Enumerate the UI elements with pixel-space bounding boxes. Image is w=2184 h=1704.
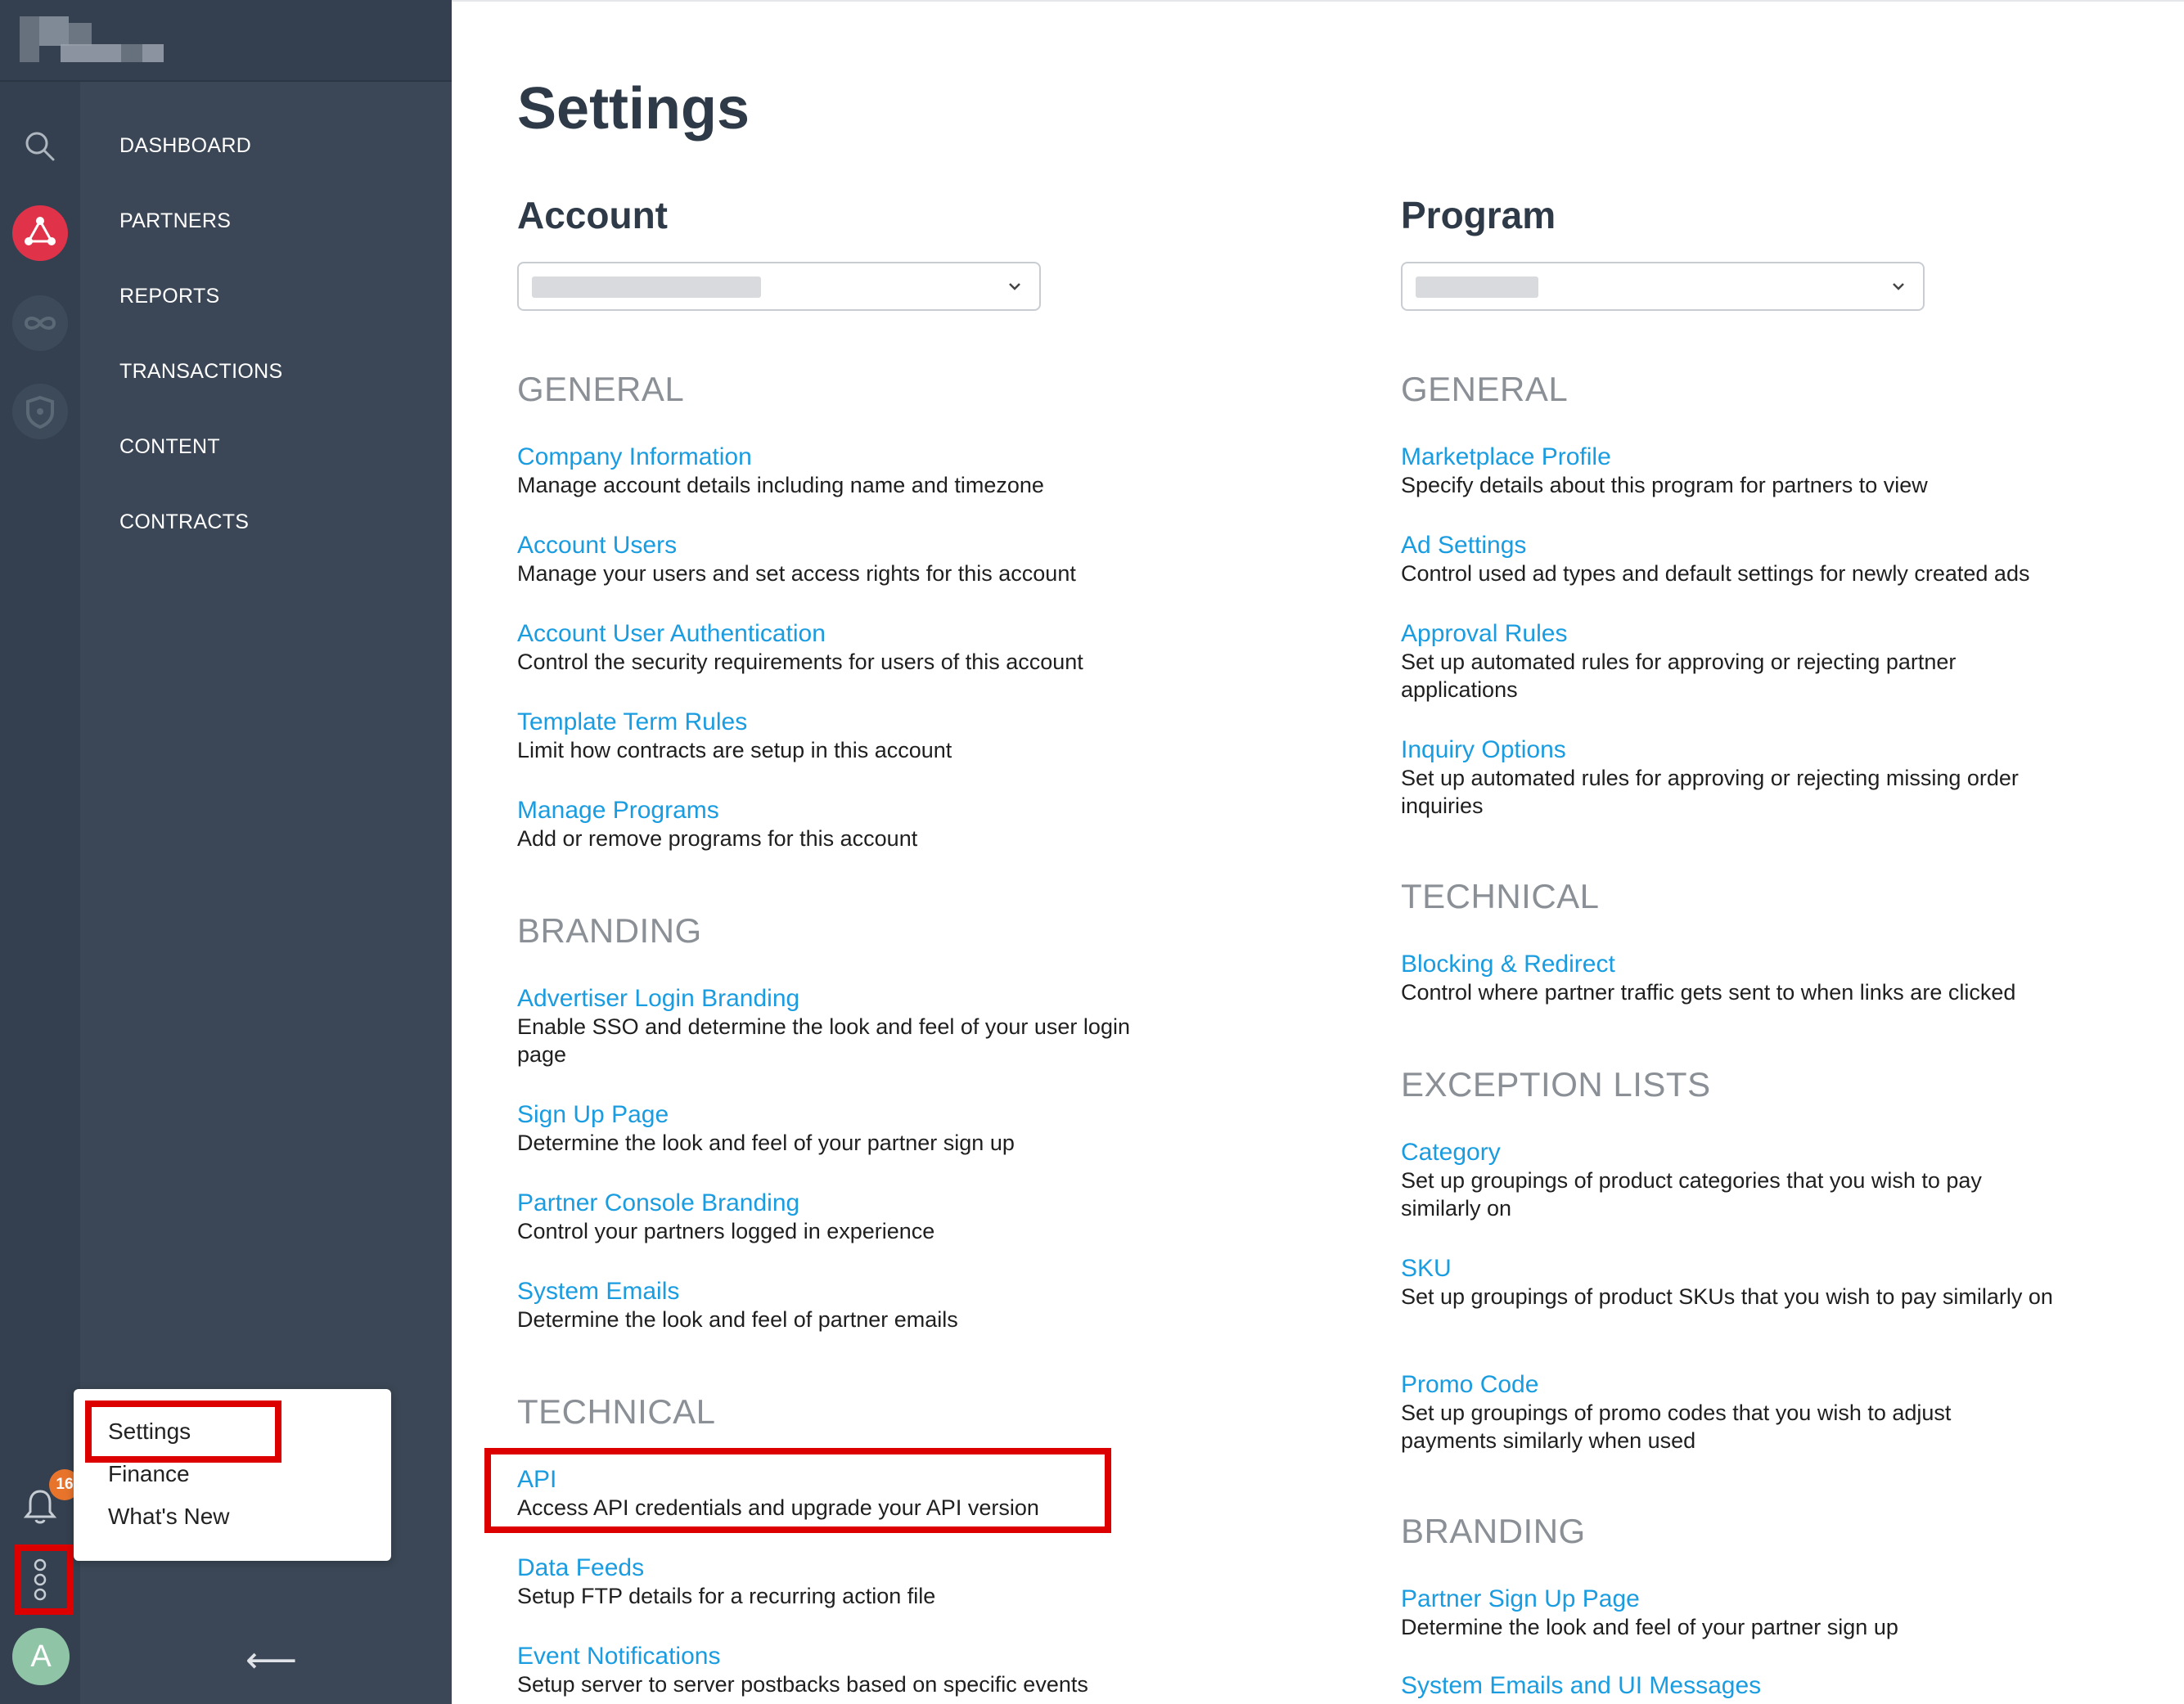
- program-item-marketplace-profile: Marketplace Profile Specify details about…: [1401, 443, 2064, 499]
- account-title: Account: [517, 194, 668, 236]
- more-options-icon[interactable]: [11, 1551, 69, 1608]
- account-item-company-information: Company Information Manage account detail…: [517, 443, 1180, 499]
- link[interactable]: System Emails and UI Messages: [1401, 1672, 2064, 1700]
- link[interactable]: Inquiry Options: [1401, 736, 2064, 764]
- description: Add or remove programs for this account: [517, 826, 918, 851]
- link[interactable]: Account User Authentication: [517, 620, 1180, 648]
- menu-item-settings[interactable]: Settings: [108, 1419, 191, 1445]
- program-general-heading: GENERAL: [1401, 370, 1569, 408]
- description: Manage your users and set access rights …: [517, 561, 1076, 586]
- account-item-account-users: Account Users Manage your users and set a…: [517, 532, 1180, 587]
- link[interactable]: Account Users: [517, 532, 1180, 560]
- account-general-heading: GENERAL: [517, 370, 685, 408]
- description: Determine the look and feel of partner e…: [517, 1307, 958, 1332]
- description: Determine the look and feel of your part…: [1401, 1615, 1898, 1639]
- description: Set up groupings of product SKUs that yo…: [1401, 1284, 2053, 1309]
- link[interactable]: Partner Sign Up Page: [1401, 1585, 2064, 1613]
- program-item-ad-settings: Ad Settings Control used ad types and def…: [1401, 532, 2080, 587]
- program-item-blocking-redirect: Blocking & Redirect Control where partner…: [1401, 951, 2080, 1006]
- avatar[interactable]: A: [12, 1628, 70, 1685]
- link[interactable]: Event Notifications: [517, 1643, 1180, 1670]
- link[interactable]: Template Term Rules: [517, 708, 1180, 736]
- description: Set up groupings of product categories t…: [1401, 1168, 1982, 1221]
- description: Control where partner traffic gets sent …: [1401, 980, 2016, 1005]
- program-item-inquiry-options: Inquiry Options Set up automated rules fo…: [1401, 736, 2064, 820]
- nav-item-dashboard[interactable]: DASHBOARD: [119, 134, 251, 158]
- account-item-manage-programs: Manage Programs Add or remove programs fo…: [517, 797, 1180, 852]
- program-item-promo-code: Promo Code Set up groupings of promo code…: [1401, 1371, 2031, 1454]
- link[interactable]: SKU: [1401, 1255, 2064, 1283]
- account-item-event-notifications: Event Notifications Setup server to serve…: [517, 1643, 1180, 1698]
- account-item-user-authentication: Account User Authentication Control the s…: [517, 620, 1180, 676]
- description: Set up automated rules for approving or …: [1401, 766, 2019, 818]
- description: Limit how contracts are setup in this ac…: [517, 738, 952, 762]
- description: Setup server to server postbacks based o…: [517, 1672, 1088, 1697]
- link[interactable]: Promo Code: [1401, 1371, 2031, 1399]
- infinity-icon[interactable]: [11, 294, 69, 352]
- link[interactable]: Blocking & Redirect: [1401, 951, 2080, 978]
- menu-item-whats-new[interactable]: What's New: [108, 1504, 230, 1530]
- account-item-sign-up-page: Sign Up Page Determine the look and feel …: [517, 1101, 1180, 1157]
- program-item-approval-rules: Approval Rules Set up automated rules for…: [1401, 620, 2039, 704]
- link[interactable]: Data Feeds: [517, 1554, 1180, 1582]
- menu-item-finance[interactable]: Finance: [108, 1461, 190, 1487]
- program-item-system-emails-ui-messages: System Emails and UI Messages: [1401, 1672, 2064, 1700]
- description: Access API credentials and upgrade your …: [517, 1495, 1039, 1520]
- link[interactable]: Sign Up Page: [517, 1101, 1180, 1129]
- nav-item-partners[interactable]: PARTNERS: [119, 209, 231, 233]
- link[interactable]: Marketplace Profile: [1401, 443, 2064, 471]
- program-exception-lists-heading: EXCEPTION LISTS: [1401, 1065, 1711, 1104]
- collapse-sidebar-arrow-icon[interactable]: ⟵: [245, 1643, 297, 1679]
- link[interactable]: Partner Console Branding: [517, 1189, 1180, 1217]
- program-item-sku: SKU Set up groupings of product SKUs that…: [1401, 1255, 2064, 1311]
- description: Control the security requirements for us…: [517, 650, 1083, 674]
- link[interactable]: Category: [1401, 1139, 2047, 1167]
- more-options-menu: Settings Finance What's New: [74, 1389, 391, 1561]
- description: Set up automated rules for approving or …: [1401, 650, 1957, 702]
- nav-item-reports[interactable]: REPORTS: [119, 285, 220, 308]
- link[interactable]: Manage Programs: [517, 797, 1180, 825]
- nav-item-content[interactable]: CONTENT: [119, 435, 220, 459]
- description: Determine the look and feel of your part…: [517, 1131, 1015, 1155]
- account-item-template-term-rules: Template Term Rules Limit how contracts a…: [517, 708, 1180, 764]
- account-technical-heading: TECHNICAL: [517, 1392, 716, 1431]
- description: Specify details about this program for p…: [1401, 473, 1928, 497]
- account-item-data-feeds: Data Feeds Setup FTP details for a recurr…: [517, 1554, 1180, 1610]
- search-icon[interactable]: [11, 118, 69, 175]
- blurred-logo: [20, 16, 164, 62]
- program-branding-heading: BRANDING: [1401, 1512, 1586, 1550]
- top-bar: [0, 0, 452, 82]
- description: Enable SSO and determine the look and fe…: [517, 1014, 1130, 1067]
- nav-item-transactions[interactable]: TRANSACTIONS: [119, 360, 282, 384]
- account-item-partner-console-branding: Partner Console Branding Control your par…: [517, 1189, 1180, 1245]
- link[interactable]: Company Information: [517, 443, 1180, 471]
- link[interactable]: System Emails: [517, 1278, 1180, 1306]
- program-title: Program: [1401, 194, 1556, 236]
- program-item-category: Category Set up groupings of product cate…: [1401, 1139, 2047, 1222]
- description: Setup FTP details for a recurring action…: [517, 1584, 936, 1608]
- program-select[interactable]: [1401, 262, 1925, 311]
- program-item-partner-sign-up-page: Partner Sign Up Page Determine the look a…: [1401, 1585, 2064, 1641]
- shield-icon[interactable]: [11, 383, 69, 440]
- link[interactable]: API: [517, 1466, 1180, 1494]
- link[interactable]: Advertiser Login Branding: [517, 985, 1164, 1013]
- nav-item-contracts[interactable]: CONTRACTS: [119, 510, 249, 534]
- description: Manage account details including name an…: [517, 473, 1044, 497]
- link[interactable]: Ad Settings: [1401, 532, 2080, 560]
- description: Control your partners logged in experien…: [517, 1219, 935, 1243]
- account-branding-heading: BRANDING: [517, 911, 702, 950]
- account-item-advertiser-login-branding: Advertiser Login Branding Enable SSO and …: [517, 985, 1164, 1068]
- description: Control used ad types and default settin…: [1401, 561, 2030, 586]
- program-technical-heading: TECHNICAL: [1401, 877, 1600, 915]
- page-title: Settings: [517, 76, 750, 142]
- account-item-api: API Access API credentials and upgrade yo…: [517, 1466, 1180, 1522]
- account-select[interactable]: [517, 262, 1041, 311]
- account-item-system-emails: System Emails Determine the look and feel…: [517, 1278, 1180, 1333]
- description: Set up groupings of promo codes that you…: [1401, 1401, 1952, 1453]
- link[interactable]: Approval Rules: [1401, 620, 2039, 648]
- partners-network-icon[interactable]: [11, 205, 69, 262]
